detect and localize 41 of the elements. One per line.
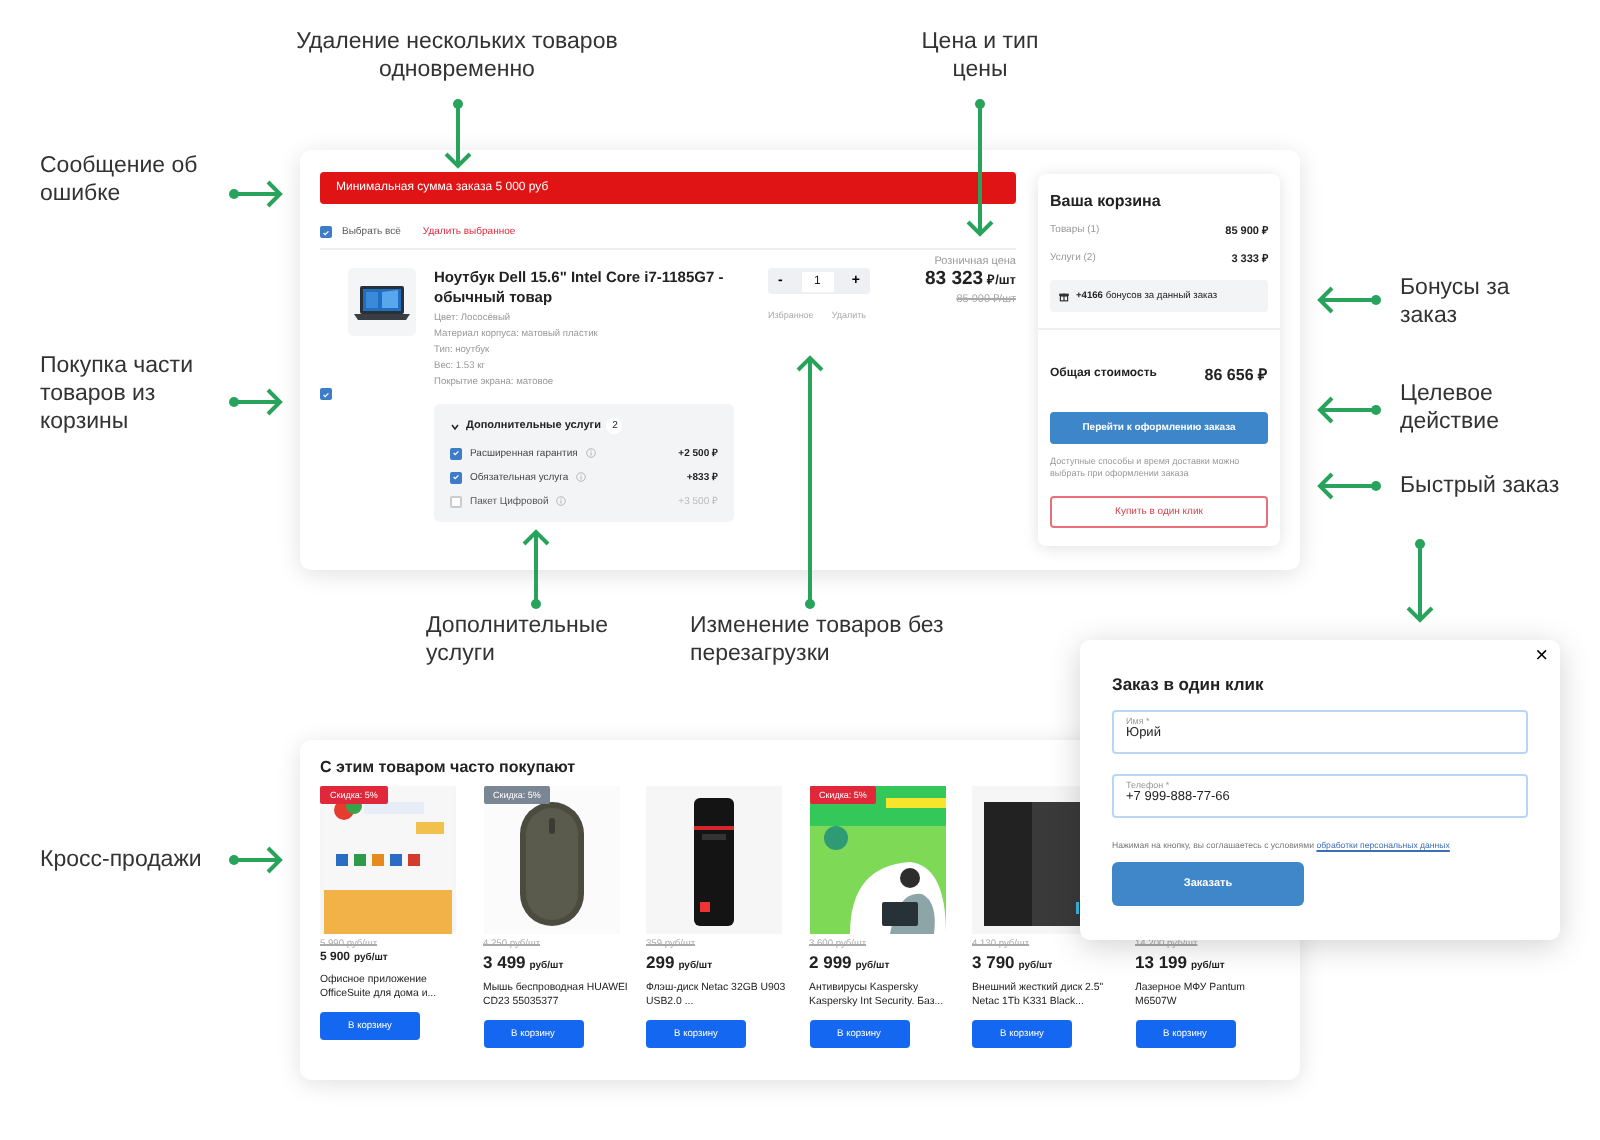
annotation-label: Покупка части товаров из корзины (40, 352, 196, 436)
total-value: 86 656 ₽ (1204, 364, 1268, 384)
checkbox[interactable] (320, 226, 332, 238)
annotation-label: Удаление нескольких товаров одновременно (294, 28, 620, 84)
info-icon (585, 448, 596, 458)
annotation-label: Быстрый заказ (1400, 472, 1560, 500)
annotation-label: Кросс-продажи (40, 846, 204, 874)
arrow (229, 180, 283, 208)
price: 3 790 (972, 952, 1015, 972)
annotation-label: Изменение товаров без перезагрузки (690, 612, 946, 668)
checkbox[interactable] (450, 495, 462, 507)
arrow (444, 99, 472, 169)
price: 83 323 (925, 268, 984, 290)
annotation-label: Бонусы за заказ (1400, 274, 1512, 330)
arrow (1317, 286, 1381, 314)
arrow (229, 846, 283, 874)
gift-icon (1058, 290, 1070, 302)
checkbox[interactable] (450, 471, 462, 483)
info-icon (556, 496, 567, 506)
price: 2 999 (809, 952, 852, 972)
arrow (522, 529, 550, 609)
annotation-label: Цена и тип цены (919, 28, 1041, 84)
section-title: С этим товаром часто покупают (320, 758, 578, 776)
close-button[interactable]: × (1531, 644, 1552, 668)
dialog-title: Заказ в один клик (1112, 674, 1266, 694)
price: 299 (646, 952, 675, 972)
arrow (229, 388, 283, 416)
chevron-icon[interactable] (450, 421, 460, 431)
arrow (966, 99, 994, 237)
price: 3 499 (483, 952, 526, 972)
arrow (1317, 396, 1381, 424)
price: 13 199 (1135, 952, 1187, 972)
annotation-label: Целевое действие (1400, 380, 1501, 436)
arrow (1317, 472, 1381, 500)
arrow (1406, 539, 1434, 623)
summary-title: Ваша корзина (1050, 192, 1163, 210)
checkbox[interactable] (450, 447, 462, 459)
info-icon (576, 472, 587, 482)
annotation-label: Дополнительные услуги (426, 612, 606, 668)
annotation-label: Сообщение об ошибке (40, 152, 200, 208)
checkbox[interactable] (320, 388, 332, 400)
